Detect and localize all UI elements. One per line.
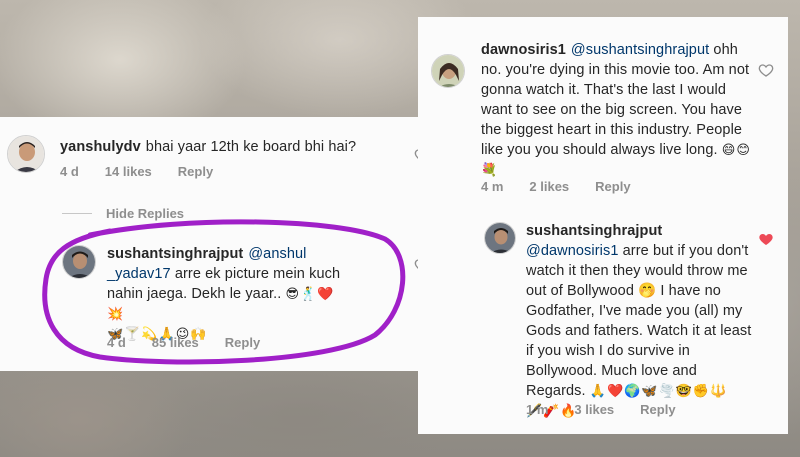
mention-link[interactable]: @dawnosiris1 — [526, 243, 618, 259]
reply-button[interactable]: Reply — [640, 402, 675, 417]
comment-meta: 1 m 3 likes Reply — [526, 402, 702, 417]
liked-heart-icon[interactable] — [758, 231, 774, 247]
mention-link[interactable]: @sushantsinghrajput — [571, 42, 709, 58]
emoji-row: 🙏❤️🌍🦋🌪️🤓✊🔱 — [589, 383, 728, 398]
divider — [62, 213, 92, 214]
comment-card-left: yanshulydv bhai yaar 12th ke board bhi ha… — [0, 117, 442, 371]
username[interactable]: dawnosiris1 — [481, 42, 566, 58]
avatar[interactable] — [431, 54, 465, 88]
comment-text: sushantsinghrajput @dawnosiris1 arre but … — [526, 221, 754, 421]
avatar[interactable] — [7, 135, 45, 173]
username[interactable]: sushantsinghrajput — [526, 223, 662, 239]
highlight-circle — [42, 219, 406, 365]
comment-yanshulydv — [7, 135, 45, 173]
comment-card-right: dawnosiris1 @sushantsinghrajput ohh no. y… — [418, 17, 788, 434]
comment-body: bhai yaar 12th ke board bhi hai? — [145, 139, 357, 155]
username[interactable]: yanshulydv — [60, 139, 141, 155]
likes-count[interactable]: 3 likes — [574, 402, 614, 417]
reply-button[interactable]: Reply — [178, 164, 213, 179]
timestamp: 4 d — [60, 164, 79, 179]
comment-text: yanshulydv bhai yaar 12th ke board bhi ha… — [60, 137, 400, 157]
comment-text: dawnosiris1 @sushantsinghrajput ohh no. y… — [481, 40, 761, 180]
comment-meta: 4 d 14 likes Reply — [60, 164, 239, 179]
comment-meta: 4 m 2 likes Reply — [481, 179, 657, 194]
timestamp: 1 m — [526, 402, 549, 417]
likes-count[interactable]: 2 likes — [529, 179, 569, 194]
avatar[interactable] — [484, 222, 516, 254]
comment-body: arre but if you don't watch it then they… — [526, 243, 752, 399]
heart-icon[interactable] — [758, 62, 774, 78]
timestamp: 4 m — [481, 179, 504, 194]
comment-body: ohh no. you're dying in this movie too. … — [481, 42, 750, 158]
reply-button[interactable]: Reply — [595, 179, 630, 194]
likes-count[interactable]: 14 likes — [105, 164, 152, 179]
